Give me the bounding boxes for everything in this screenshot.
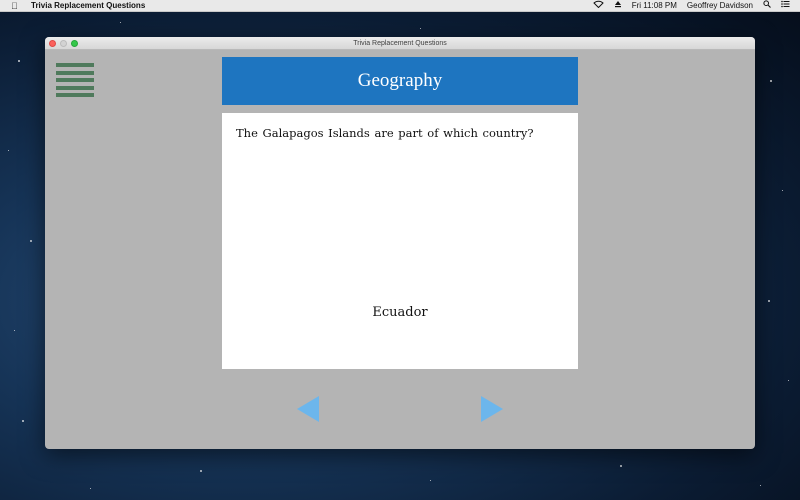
next-question-button[interactable]	[481, 396, 503, 422]
left-arrow-icon	[297, 396, 319, 422]
star	[200, 470, 202, 472]
star	[788, 380, 789, 381]
category-header: Geography	[222, 57, 578, 105]
window-title: Trivia Replacement Questions	[353, 40, 447, 47]
star	[760, 485, 761, 486]
right-arrow-icon	[481, 396, 503, 422]
user-name[interactable]: Geoffrey Davidson	[687, 0, 753, 12]
star	[90, 488, 91, 489]
star	[30, 240, 32, 242]
star	[768, 300, 770, 302]
star	[770, 80, 772, 82]
star	[120, 22, 121, 23]
window-titlebar[interactable]: Trivia Replacement Questions	[45, 37, 755, 50]
answer-text: Ecuador	[372, 305, 428, 320]
star	[22, 420, 24, 422]
star	[8, 150, 9, 151]
menu-bar-status: Fri 11:08 PM Geoffrey Davidson	[592, 0, 790, 12]
star	[620, 465, 622, 467]
clock[interactable]: Fri 11:08 PM	[632, 0, 677, 12]
star	[420, 28, 421, 29]
star	[782, 190, 783, 191]
question-card: The Galapagos Islands are part of which …	[222, 113, 578, 369]
wifi-icon[interactable]	[592, 0, 604, 12]
menu-bar:  Trivia Replacement Questions Fri 11:08…	[0, 0, 800, 12]
app-window: Trivia Replacement Questions Geography T…	[45, 37, 755, 449]
menu-icon[interactable]	[56, 63, 94, 97]
star	[18, 60, 20, 62]
apple-icon[interactable]: 	[11, 0, 18, 12]
star	[430, 480, 431, 481]
notification-center-icon[interactable]	[781, 0, 790, 12]
question-text: The Galapagos Islands are part of which …	[236, 126, 534, 140]
previous-question-button[interactable]	[297, 396, 319, 422]
star	[14, 330, 15, 331]
spotlight-search-icon[interactable]	[763, 0, 771, 12]
app-menu-name[interactable]: Trivia Replacement Questions	[31, 0, 145, 12]
eject-icon[interactable]	[614, 0, 622, 12]
